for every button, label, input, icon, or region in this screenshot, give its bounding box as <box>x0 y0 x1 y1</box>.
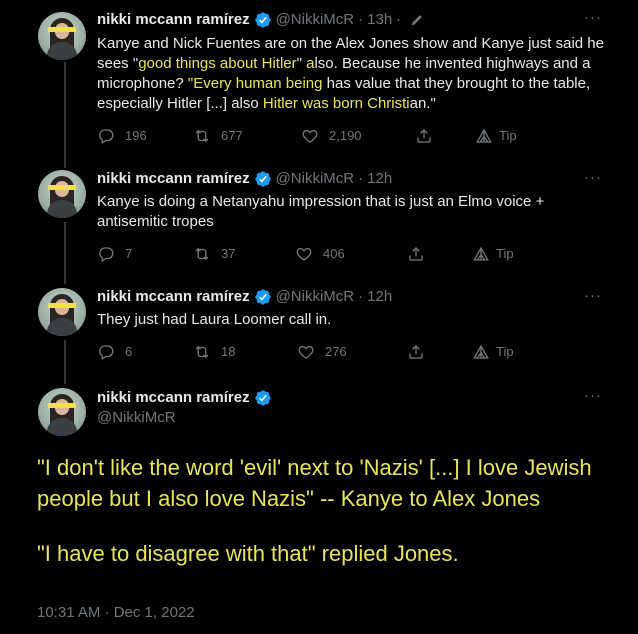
retweet-button[interactable]: 37 <box>193 245 235 263</box>
reply-button[interactable]: 6 <box>97 343 132 361</box>
tweet-header: nikki mccann ramírez @NikkiMcR · 12h <box>97 169 392 189</box>
main-tweet-text: "I don't like the word 'evil' next to 'N… <box>37 452 597 569</box>
like-button[interactable]: 406 <box>295 245 345 263</box>
reply-count: 6 <box>125 344 133 359</box>
tweet[interactable]: nikki mccann ramírez @NikkiMcR · 13h · ·… <box>0 0 638 160</box>
tip-button[interactable]: Tip <box>472 343 514 361</box>
edit-pencil-icon[interactable] <box>410 13 424 27</box>
retweet-button[interactable]: 18 <box>193 343 235 361</box>
tip-label: Tip <box>496 344 514 359</box>
share-icon <box>409 247 423 261</box>
heart-icon <box>302 129 318 143</box>
verified-badge-icon <box>254 289 271 305</box>
tweet-actions: 6 18 276 Tip <box>97 343 527 363</box>
heart-icon <box>296 247 312 261</box>
author-handle[interactable]: @NikkiMcR <box>276 10 355 30</box>
verified-badge-icon <box>254 12 271 28</box>
retweet-count: 677 <box>221 128 243 143</box>
tweet-time[interactable]: 13h <box>367 10 392 30</box>
main-tweet-paragraph: "I don't like the word 'evil' next to 'N… <box>37 455 592 511</box>
share-icon <box>417 129 431 143</box>
tip-icon <box>473 344 489 359</box>
tweet-text: They just had Laura Loomer call in. <box>97 310 617 330</box>
highlighted-text: good things about Hitler <box>138 55 297 72</box>
like-button[interactable]: 2,190 <box>301 127 362 145</box>
tweet-text: Kanye and Nick Fuentes are on the Alex J… <box>97 34 617 114</box>
reply-icon <box>99 129 114 144</box>
reply-icon <box>99 345 114 360</box>
author-name[interactable]: nikki mccann ramírez <box>97 10 250 30</box>
verified-badge-icon <box>254 390 271 406</box>
retweet-count: 18 <box>221 344 236 359</box>
retweet-button[interactable]: 677 <box>193 127 243 145</box>
tweet-text-segment: Kanye is doing a Netanyahu impression th… <box>97 193 545 230</box>
heart-icon <box>298 345 314 359</box>
retweet-count: 37 <box>221 246 236 261</box>
tweet[interactable]: nikki mccann ramírez @NikkiMcR · 12h ···… <box>0 160 638 278</box>
author-name[interactable]: nikki mccann ramírez <box>97 169 250 189</box>
share-button[interactable] <box>415 127 443 145</box>
highlighted-text: Hitler was born Christi <box>262 95 410 112</box>
main-tweet[interactable]: nikki mccann ramírez @NikkiMcR ··· "I do… <box>0 378 638 634</box>
verified-badge-icon <box>254 171 271 187</box>
tip-label: Tip <box>496 246 514 261</box>
tweet-text-segment: " <box>296 55 307 72</box>
tip-icon <box>473 246 489 261</box>
author-handle[interactable]: @NikkiMcR <box>97 408 276 428</box>
separator-dot: · <box>358 11 364 28</box>
share-icon <box>409 345 423 359</box>
separator-dot: · <box>396 11 402 28</box>
more-icon[interactable]: ··· <box>584 287 602 304</box>
retweet-icon <box>195 129 209 143</box>
tip-button[interactable]: Tip <box>475 127 517 145</box>
author-handle[interactable]: @NikkiMcR <box>276 169 355 189</box>
more-icon[interactable]: ··· <box>584 9 602 26</box>
more-icon[interactable]: ··· <box>584 387 602 404</box>
tweet[interactable]: nikki mccann ramírez @NikkiMcR · 12h ···… <box>0 278 638 378</box>
tweet-actions: 196 677 2,190 Tip <box>97 127 527 147</box>
reply-count: 196 <box>125 128 147 143</box>
tip-button[interactable]: Tip <box>472 245 514 263</box>
avatar[interactable] <box>38 288 86 336</box>
like-count: 406 <box>323 246 345 261</box>
avatar[interactable] <box>38 170 86 218</box>
more-icon[interactable]: ··· <box>584 169 602 186</box>
reply-icon <box>99 247 114 262</box>
reply-button[interactable]: 196 <box>97 127 147 145</box>
avatar[interactable] <box>38 388 86 436</box>
tip-label: Tip <box>499 128 517 143</box>
tweet-time[interactable]: 12h <box>367 169 392 189</box>
like-count: 2,190 <box>329 128 362 143</box>
share-button[interactable] <box>407 343 435 361</box>
like-button[interactable]: 276 <box>297 343 347 361</box>
tweet-header: nikki mccann ramírez @NikkiMcR · 12h <box>97 287 392 307</box>
avatar[interactable] <box>38 12 86 60</box>
author-name[interactable]: nikki mccann ramírez <box>97 388 250 408</box>
main-tweet-paragraph: "I have to disagree with that" replied J… <box>37 541 459 566</box>
separator-dot: · <box>358 288 364 305</box>
tweet-text: Kanye is doing a Netanyahu impression th… <box>97 192 617 232</box>
tweet-time[interactable]: 12h <box>367 287 392 307</box>
author-name[interactable]: nikki mccann ramírez <box>97 287 250 307</box>
tip-icon <box>476 128 492 143</box>
tweet-timestamp[interactable]: 10:31 AM · Dec 1, 2022 <box>37 604 195 621</box>
retweet-icon <box>195 247 209 261</box>
separator-dot: · <box>358 170 364 187</box>
tweet-header: nikki mccann ramírez @NikkiMcR · 13h · <box>97 10 424 30</box>
reply-button[interactable]: 7 <box>97 245 132 263</box>
tweet-text-segment: an." <box>409 95 436 112</box>
retweet-icon <box>195 345 209 359</box>
tweet-text-segment: They just had Laura Loomer call in. <box>97 311 332 328</box>
share-button[interactable] <box>407 245 435 263</box>
reply-count: 7 <box>125 246 133 261</box>
tweet-actions: 7 37 406 Tip <box>97 245 527 265</box>
highlighted-text: "Every human being <box>187 75 323 92</box>
tweet-header: nikki mccann ramírez @NikkiMcR <box>97 388 276 428</box>
author-handle[interactable]: @NikkiMcR <box>276 287 355 307</box>
like-count: 276 <box>325 344 347 359</box>
